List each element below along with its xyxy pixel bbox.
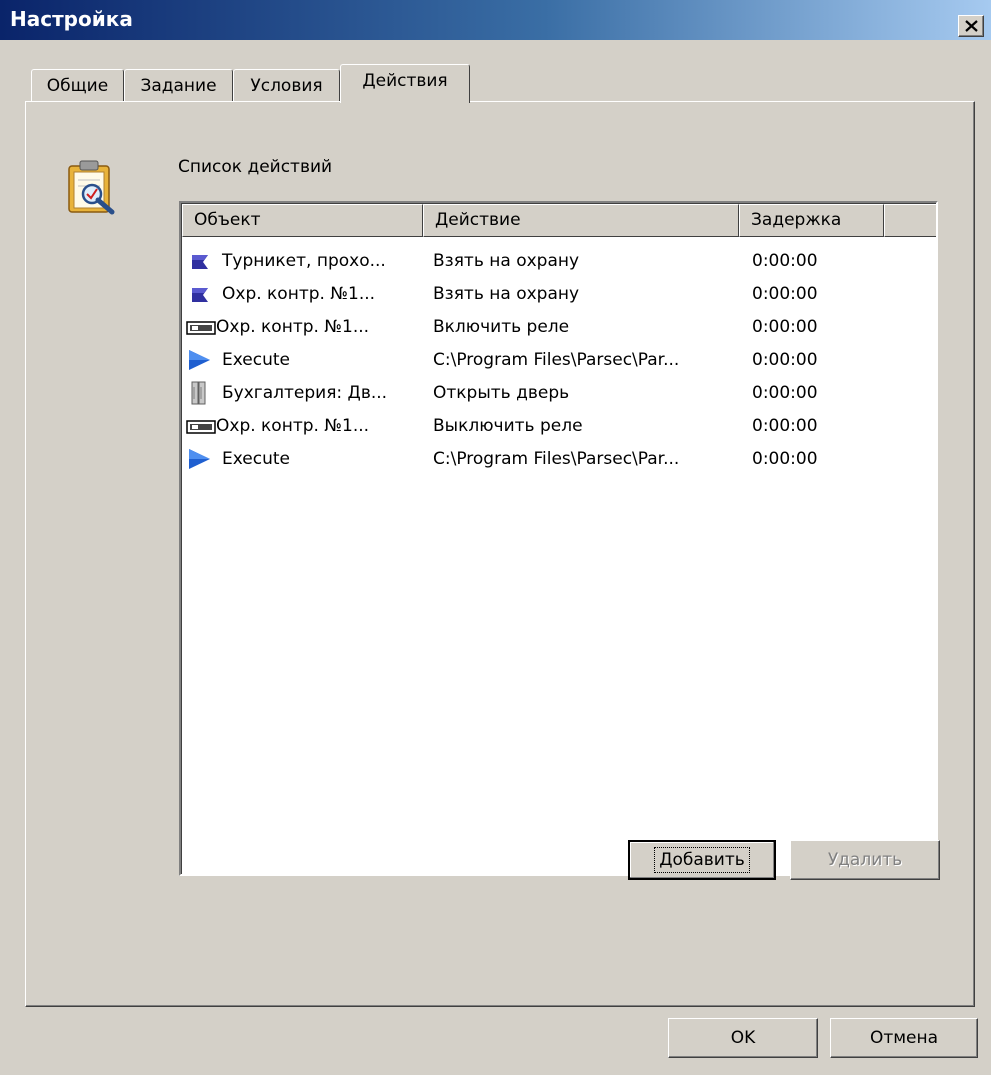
execute-icon xyxy=(189,350,210,370)
row-object: Охр. контр. №1... xyxy=(222,284,376,304)
column-header-delay[interactable]: Задержка xyxy=(739,204,884,237)
execute-icon xyxy=(189,449,210,469)
row-action: Открыть дверь xyxy=(433,383,570,403)
actions-list-label: Список действий xyxy=(178,157,333,177)
column-header-filler xyxy=(884,204,936,237)
table-row[interactable]: Турникет, прохо... Взять на охрану 0:00:… xyxy=(182,245,936,278)
tab-conditions[interactable]: Условия xyxy=(233,69,340,105)
row-action: Выключить реле xyxy=(433,416,583,436)
close-icon xyxy=(965,20,978,32)
relay-icon xyxy=(186,420,216,434)
cancel-button-label: Отмена xyxy=(869,1027,939,1048)
column-header-action[interactable]: Действие xyxy=(423,204,739,237)
table-row[interactable]: Охр. контр. №1... Включить реле 0:00:00 xyxy=(182,311,936,344)
row-object: Execute xyxy=(222,350,290,370)
remove-button[interactable]: Удалить xyxy=(790,840,940,880)
clipboard-magnifier-icon xyxy=(64,158,124,223)
row-delay: 0:00:00 xyxy=(752,383,818,403)
row-object: Execute xyxy=(222,449,290,469)
row-action: C:\Program Files\Parsec\Par... xyxy=(433,350,680,370)
table-row[interactable]: Бухгалтерия: Дв... Открыть дверь 0:00:00 xyxy=(182,377,936,410)
column-header-delay-label: Задержка xyxy=(751,210,842,230)
row-delay: 0:00:00 xyxy=(752,350,818,370)
row-delay: 0:00:00 xyxy=(752,251,818,271)
row-action: Взять на охрану xyxy=(433,284,580,304)
turnstile-icon xyxy=(192,255,208,269)
table-row[interactable]: Охр. контр. №1... Выключить реле 0:00:00 xyxy=(182,410,936,443)
row-action: Взять на охрану xyxy=(433,251,580,271)
row-action: C:\Program Files\Parsec\Par... xyxy=(433,449,680,469)
table-row[interactable]: Охр. контр. №1... Взять на охрану 0:00:0… xyxy=(182,278,936,311)
close-button[interactable] xyxy=(958,15,984,37)
tab-actions-label: Действия xyxy=(362,71,448,91)
row-delay: 0:00:00 xyxy=(752,416,818,436)
ok-button[interactable]: OK xyxy=(668,1018,818,1058)
add-button[interactable]: Добавить xyxy=(628,840,776,880)
cancel-button[interactable]: Отмена xyxy=(830,1018,978,1058)
ok-button-label: OK xyxy=(730,1027,756,1048)
row-delay: 0:00:00 xyxy=(752,449,818,469)
tab-conditions-label: Условия xyxy=(250,76,323,96)
door-icon xyxy=(191,381,206,405)
relay-icon xyxy=(186,321,216,335)
row-delay: 0:00:00 xyxy=(752,284,818,304)
tab-task[interactable]: Задание xyxy=(124,69,233,105)
row-delay: 0:00:00 xyxy=(752,317,818,337)
row-object: Охр. контр. №1... xyxy=(216,416,370,436)
row-object: Бухгалтерия: Дв... xyxy=(222,383,388,403)
table-row[interactable]: Execute C:\Program Files\Parsec\Par... 0… xyxy=(182,443,936,476)
tab-actions[interactable]: Действия xyxy=(340,64,470,103)
actions-listview[interactable]: Объект Действие Задержка Турникет, прохо… xyxy=(179,201,938,876)
tab-general[interactable]: Общие xyxy=(31,69,124,105)
row-object: Турникет, прохо... xyxy=(222,251,386,271)
column-header-object[interactable]: Объект xyxy=(182,204,423,237)
turnstile-icon xyxy=(192,288,208,302)
column-header-action-label: Действие xyxy=(435,210,521,230)
tab-task-label: Задание xyxy=(140,76,217,96)
row-action: Включить реле xyxy=(433,317,570,337)
window-title: Настройка xyxy=(10,7,133,31)
add-button-label: Добавить xyxy=(654,847,750,873)
title-bar[interactable]: Настройка xyxy=(0,0,991,40)
tab-general-label: Общие xyxy=(46,76,109,96)
column-header-object-label: Объект xyxy=(194,210,261,230)
remove-button-label: Удалить xyxy=(827,849,903,870)
row-object: Охр. контр. №1... xyxy=(216,317,370,337)
table-row[interactable]: Execute C:\Program Files\Parsec\Par... 0… xyxy=(182,344,936,377)
